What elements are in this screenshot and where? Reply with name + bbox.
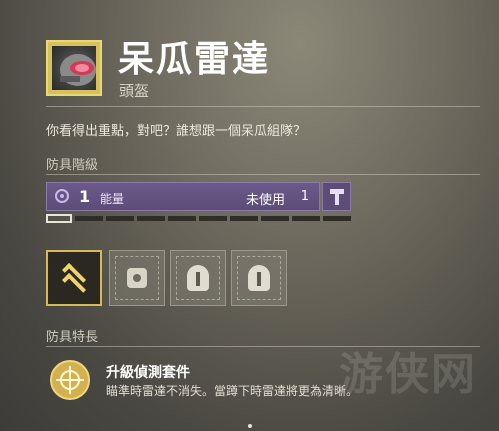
mod-slot-2[interactable] [170, 250, 226, 306]
watermark: 游侠网 [339, 349, 477, 400]
energy-pip [137, 216, 165, 221]
energy-pip [46, 214, 72, 223]
armor-tier-divider [46, 174, 480, 175]
energy-bar[interactable]: 1 能量 未使用 1 [46, 182, 320, 211]
upgrade-button[interactable] [322, 182, 351, 211]
mod-slot-1[interactable] [109, 250, 165, 306]
item-type: 頭盔 [119, 82, 150, 100]
energy-level: 1 [79, 187, 91, 206]
perk-name: 升級偵測套件 [106, 365, 190, 381]
helmet-mod-icon [248, 265, 270, 291]
perks-divider [46, 346, 480, 347]
energy-pip [323, 216, 351, 221]
item-name: 呆瓜雷達 [118, 39, 271, 80]
unused-value: 1 [300, 189, 309, 204]
energy-label: 能量 [100, 192, 125, 206]
mod-slot-3[interactable] [231, 250, 287, 306]
armor-tier-label: 防具階級 [46, 158, 99, 173]
unused-label: 未使用 [245, 193, 285, 208]
energy-pip [106, 216, 134, 221]
page-indicator [248, 424, 252, 428]
item-helmet-icon [46, 40, 102, 96]
energy-pip [199, 216, 227, 221]
mod-slot-intrinsic[interactable] [46, 250, 102, 306]
ward-mod-icon [127, 268, 147, 288]
energy-pip [261, 216, 289, 221]
energy-type-icon [55, 189, 69, 203]
energy-pips [46, 214, 351, 223]
energy-pip [292, 216, 320, 221]
flavor-text: 你看得出重點，對吧？誰想跟一個呆瓜組隊？ [46, 124, 307, 139]
helmet-mod-icon [187, 265, 209, 291]
energy-pip [168, 216, 196, 221]
header-divider [46, 106, 480, 107]
perks-label: 防具特長 [46, 330, 99, 345]
perk-description: 瞄準時雷達不消失。當蹲下時雷達將更為清晰。 [106, 384, 359, 398]
crosshair-icon[interactable] [50, 360, 90, 400]
energy-pip [75, 216, 103, 221]
energy-pip [230, 216, 258, 221]
